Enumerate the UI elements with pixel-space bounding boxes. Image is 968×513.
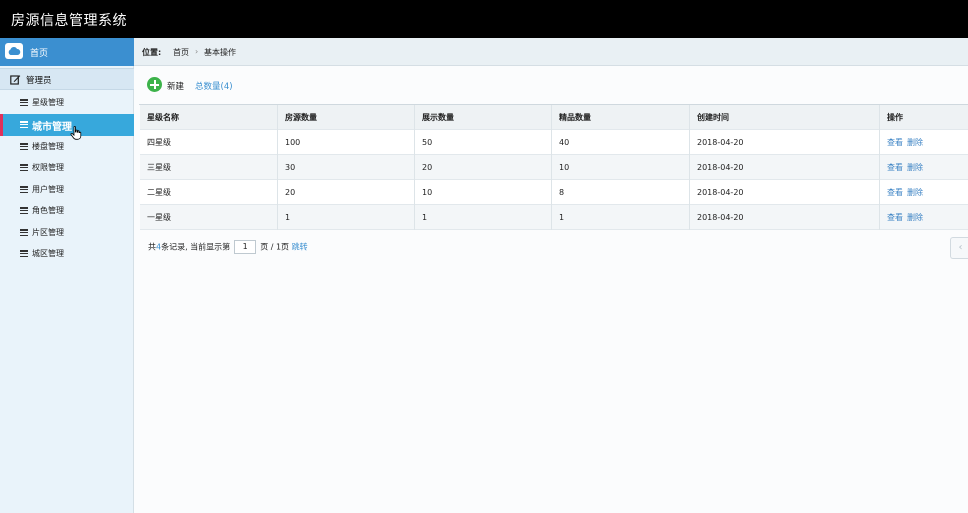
sidebar-home-label: 首页 [30,49,49,59]
cell-houses: 20 [278,180,415,205]
pager-page-suffix: 页 / 1页 [260,242,290,252]
cell-actions: 查看 删除 [880,180,968,205]
app-title: 房源信息管理系统 [11,13,127,29]
breadcrumb-current: 基本操作 [204,48,236,57]
breadcrumb: 位置: 首页 › 基本操作 [134,38,968,66]
total-count-link[interactable]: 总数量(4) [195,80,233,92]
sidebar-group-admin[interactable]: 管理员 [0,68,134,90]
pager-records-text: 条记录, 当前显示第 [161,242,231,252]
cell-created: 2018-04-20 [690,205,880,230]
cell-premium: 8 [552,180,690,205]
sidebar-item-user[interactable]: 用户管理 [0,179,134,201]
hand-cursor-icon [70,126,82,140]
table-row: 四星级 100 50 40 2018-04-20 查看 删除 [140,130,968,155]
sidebar-item-zone[interactable]: 片区管理 [0,222,134,244]
cell-actions: 查看 删除 [880,205,968,230]
cell-name: 四星级 [140,130,278,155]
cell-shown: 20 [415,155,552,180]
top-bar: 房源信息管理系统 [0,0,968,38]
main-content: 位置: 首页 › 基本操作 新建 总数量(4) 星级名称 房源数量 展示数量 精… [134,38,968,513]
cell-houses: 100 [278,130,415,155]
breadcrumb-home-link[interactable]: 首页 [173,47,189,58]
view-link[interactable]: 查看 [887,213,903,222]
sidebar-group-label: 管理员 [26,76,52,86]
view-link[interactable]: 查看 [887,188,903,197]
chevron-left-icon[interactable]: ‹ [950,237,968,259]
star-level-table: 星级名称 房源数量 展示数量 精品数量 创建时间 操作 四星级 100 50 4… [139,104,968,230]
pagination: 共4条记录, 当前显示第 1 页 / 1页 跳转 [148,240,308,254]
sidebar-item-city[interactable]: 城市管理 [0,114,134,136]
cell-name: 二星级 [140,180,278,205]
toolbar: 新建 总数量(4) [134,74,968,98]
delete-link[interactable]: 删除 [907,138,923,147]
sidebar-item-label: 楼盘管理 [32,142,64,151]
cell-name: 三星级 [140,155,278,180]
cell-shown: 10 [415,180,552,205]
delete-link[interactable]: 删除 [907,163,923,172]
cell-created: 2018-04-20 [690,155,880,180]
table-header-row: 星级名称 房源数量 展示数量 精品数量 创建时间 操作 [140,105,968,130]
list-icon [20,99,28,107]
sidebar-item-district[interactable]: 城区管理 [0,243,134,265]
table-row: 三星级 30 20 10 2018-04-20 查看 删除 [140,155,968,180]
sidebar-item-role[interactable]: 角色管理 [0,200,134,222]
list-icon [20,164,28,172]
breadcrumb-prefix: 位置: [142,48,162,57]
delete-link[interactable]: 删除 [907,188,923,197]
sidebar-item-label: 权限管理 [32,163,64,172]
sidebar-home[interactable]: 首页 [0,38,134,66]
column-header[interactable]: 精品数量 [552,105,690,130]
column-header: 操作 [880,105,968,130]
list-icon [20,250,28,258]
new-button[interactable]: 新建 [167,80,184,92]
table-row: 一星级 1 1 1 2018-04-20 查看 删除 [140,205,968,230]
cell-created: 2018-04-20 [690,130,880,155]
list-icon [20,121,28,129]
sidebar-item-star-level[interactable]: 星级管理 [0,92,134,114]
view-link[interactable]: 查看 [887,138,903,147]
cell-shown: 50 [415,130,552,155]
cell-premium: 40 [552,130,690,155]
column-header[interactable]: 星级名称 [140,105,278,130]
jump-link[interactable]: 跳转 [292,243,308,252]
sidebar-item-property[interactable]: 楼盘管理 [0,136,134,158]
sidebar-item-label: 角色管理 [32,206,64,215]
cell-houses: 1 [278,205,415,230]
breadcrumb-separator: › [195,47,199,56]
table-row: 二星级 20 10 8 2018-04-20 查看 删除 [140,180,968,205]
page-number-input[interactable]: 1 [234,240,257,254]
pager-prefix: 共 [148,242,156,252]
app-window: 房源信息管理系统 首页 管理员 星级管理 城市管理 楼盘管理 权限管理 用户管理… [0,0,968,513]
cell-actions: 查看 删除 [880,155,968,180]
sidebar-item-label: 星级管理 [32,98,64,107]
cell-shown: 1 [415,205,552,230]
delete-link[interactable]: 删除 [907,213,923,222]
cloud-icon [5,43,23,59]
list-icon [20,143,28,151]
view-link[interactable]: 查看 [887,163,903,172]
sidebar-item-label: 用户管理 [32,185,64,194]
sidebar-item-label: 城市管理 [32,122,72,133]
sidebar-item-label: 片区管理 [32,228,64,237]
sidebar: 首页 管理员 星级管理 城市管理 楼盘管理 权限管理 用户管理 角色管理 片区管… [0,38,134,513]
cell-premium: 10 [552,155,690,180]
sidebar-item-permission[interactable]: 权限管理 [0,157,134,179]
cell-actions: 查看 删除 [880,130,968,155]
list-icon [20,229,28,237]
column-header[interactable]: 房源数量 [278,105,415,130]
edit-icon [10,74,21,88]
cell-name: 一星级 [140,205,278,230]
column-header[interactable]: 展示数量 [415,105,552,130]
column-header[interactable]: 创建时间 [690,105,880,130]
cell-houses: 30 [278,155,415,180]
cell-premium: 1 [552,205,690,230]
list-icon [20,186,28,194]
plus-circle-icon[interactable] [147,77,162,92]
list-icon [20,207,28,215]
sidebar-item-label: 城区管理 [32,249,64,258]
cell-created: 2018-04-20 [690,180,880,205]
